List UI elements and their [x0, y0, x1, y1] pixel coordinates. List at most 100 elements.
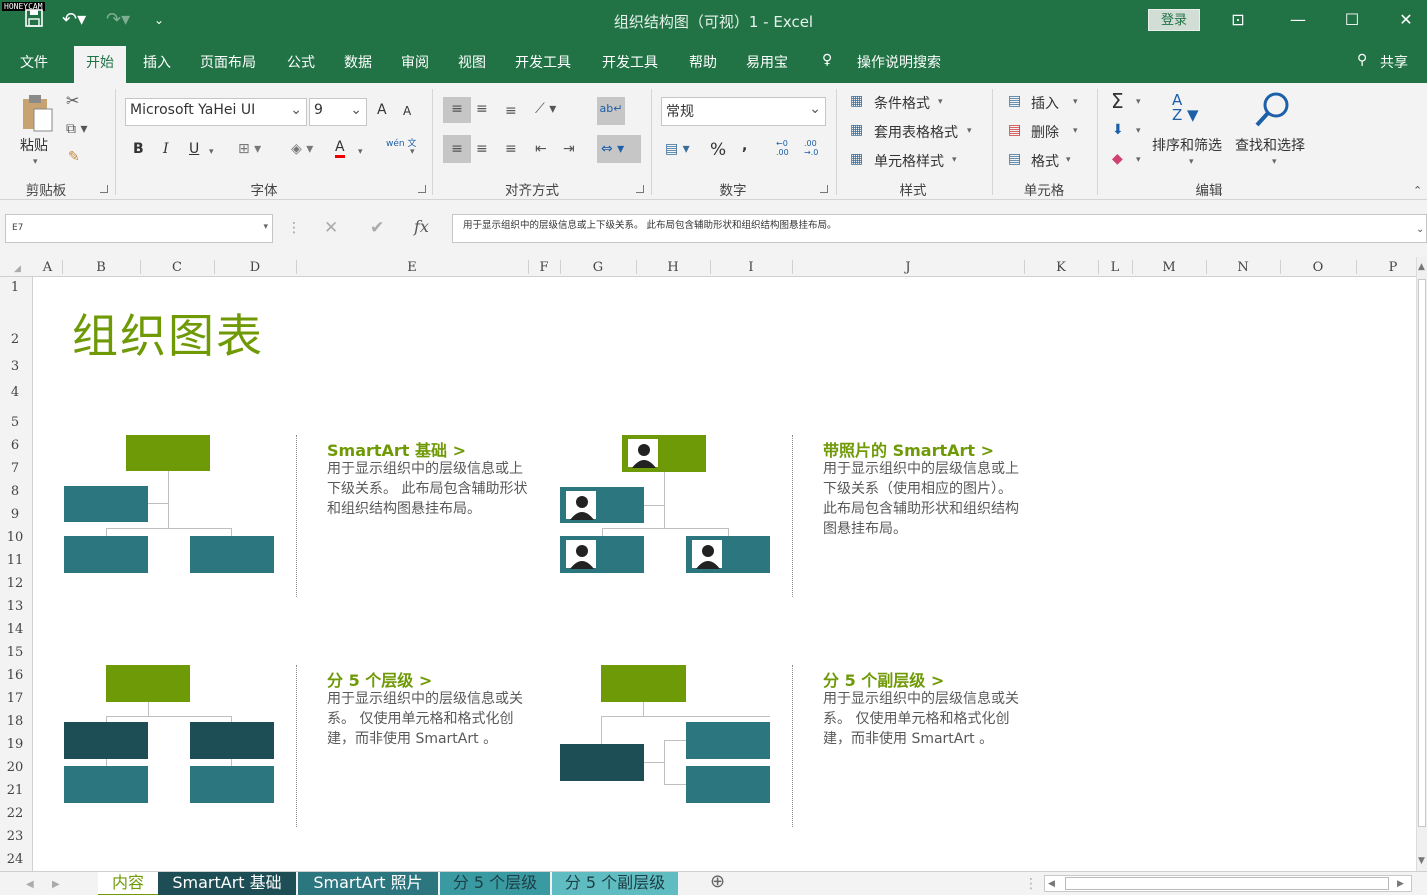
fill-color-icon[interactable]: ◈ ▾ — [291, 141, 313, 157]
percent-button[interactable]: % — [710, 140, 726, 160]
insert-cells-icon[interactable]: ▤ — [1008, 93, 1021, 109]
col-b[interactable]: B — [62, 260, 140, 275]
row-header[interactable]: 19 — [0, 737, 30, 752]
chevron-down-icon[interactable]: ▾ — [967, 126, 972, 136]
row-header[interactable]: 6 — [0, 438, 30, 453]
conditional-format-button[interactable]: 条件格式 — [874, 93, 930, 113]
phonetic-icon[interactable]: wén 文 — [386, 140, 416, 149]
tab-review[interactable]: 审阅 — [401, 52, 429, 72]
orientation-icon[interactable]: ⟋ ▾ — [535, 101, 556, 117]
tab-data[interactable]: 数据 — [344, 52, 372, 72]
insert-cells-button[interactable]: 插入 — [1031, 93, 1059, 113]
col-d[interactable]: D — [214, 260, 296, 275]
shrink-font-icon[interactable]: A — [403, 104, 411, 118]
decrease-decimal-icon[interactable]: .00 →.0 — [804, 139, 818, 157]
row-header[interactable]: 13 — [0, 599, 30, 614]
cell-styles-button[interactable]: 单元格样式 — [874, 151, 944, 171]
bold-button[interactable]: B — [133, 141, 144, 157]
font-color-icon[interactable]: A — [335, 139, 345, 158]
format-as-table-button[interactable]: 套用表格格式 — [874, 122, 958, 142]
chevron-down-icon[interactable]: ▾ — [1136, 126, 1141, 136]
row-header[interactable]: 24 — [0, 852, 30, 867]
scroll-down-icon[interactable]: ▼ — [1418, 853, 1425, 869]
col-l[interactable]: L — [1098, 260, 1132, 275]
tab-help[interactable]: 帮助 — [689, 52, 717, 72]
maximize-icon[interactable]: ☐ — [1332, 8, 1372, 32]
increase-indent-icon[interactable]: ⇥ — [563, 141, 575, 157]
align-top-icon[interactable]: ≡ — [443, 97, 471, 123]
chevron-down-icon[interactable]: ▾ — [938, 97, 943, 107]
tab-home[interactable]: 开始 — [74, 46, 126, 83]
login-button[interactable]: 登录 — [1148, 9, 1200, 31]
tab-yiyongbao[interactable]: 易用宝 — [746, 52, 788, 72]
scroll-left-icon[interactable]: ◀ — [1048, 876, 1055, 892]
currency-icon[interactable]: ▤ ▾ — [665, 141, 690, 157]
autosum-icon[interactable]: Σ — [1111, 89, 1124, 113]
row-header[interactable]: 1 — [0, 280, 30, 295]
row-header[interactable]: 7 — [0, 461, 30, 476]
sheet-tab-smartart-basic[interactable]: SmartArt 基础 — [158, 872, 296, 895]
scroll-right-icon[interactable]: ▶ — [1397, 876, 1404, 892]
sort-filter-button[interactable]: 排序和筛选 — [1152, 135, 1222, 155]
insert-function-icon[interactable]: fx — [414, 219, 429, 235]
col-e[interactable]: E — [296, 260, 528, 275]
chevron-down-icon[interactable]: ▾ — [1073, 97, 1078, 107]
align-left-icon[interactable]: ≡ — [443, 135, 471, 163]
merge-center-icon[interactable]: ⇔ ▾ — [597, 135, 641, 163]
paste-icon[interactable] — [20, 93, 54, 137]
chevron-down-icon[interactable]: ▾ — [1066, 155, 1071, 165]
scroll-thumb[interactable] — [1065, 877, 1389, 890]
scroll-up-icon[interactable]: ▲ — [1418, 259, 1425, 275]
decrease-indent-icon[interactable]: ⇤ — [535, 141, 547, 157]
card-heading-smartart-basic[interactable]: SmartArt 基础 > — [327, 437, 466, 461]
phonetic-dropdown-icon[interactable]: ▾ — [410, 147, 415, 157]
share-button[interactable]: 共享 — [1380, 52, 1408, 72]
card-heading-five-sublevels[interactable]: 分 5 个副层级 > — [823, 667, 944, 691]
row-header[interactable]: 23 — [0, 829, 30, 844]
col-n[interactable]: N — [1206, 260, 1280, 275]
font-color-dropdown-icon[interactable]: ▾ — [358, 147, 363, 157]
row-header[interactable]: 4 — [0, 385, 30, 400]
enter-icon[interactable]: ✔ — [370, 220, 384, 237]
expand-formula-icon[interactable]: ⌄ — [1416, 222, 1424, 238]
paste-label[interactable]: 粘贴 — [20, 135, 48, 155]
close-icon[interactable]: ✕ — [1386, 8, 1426, 32]
grow-font-icon[interactable]: A — [377, 102, 387, 118]
sheet-tab-contents[interactable]: 内容 — [98, 872, 158, 895]
conditional-format-icon[interactable]: ▦ — [850, 93, 863, 109]
lightbulb-icon[interactable]: ♀ — [822, 52, 832, 68]
align-center-icon[interactable]: ≡ — [476, 141, 488, 157]
underline-dropdown-icon[interactable]: ▾ — [209, 147, 214, 157]
chevron-down-icon[interactable]: ▾ — [1073, 126, 1078, 136]
align-right-icon[interactable]: ≡ — [505, 141, 517, 157]
delete-cells-button[interactable]: 删除 — [1031, 122, 1059, 142]
wrap-text-icon[interactable]: ab↵ — [597, 97, 625, 125]
col-o[interactable]: O — [1280, 260, 1356, 275]
sort-filter-icon[interactable]: AZ ▼ — [1172, 93, 1199, 123]
paste-dropdown-icon[interactable]: ▾ — [33, 157, 38, 167]
card-heading-five-levels[interactable]: 分 5 个层级 > — [327, 667, 432, 691]
sheet-tab-five-sublevels[interactable]: 分 5 个副层级 — [552, 872, 678, 895]
chevron-down-icon[interactable]: ▾ — [1189, 157, 1194, 167]
format-cells-button[interactable]: 格式 — [1031, 151, 1059, 171]
col-g[interactable]: G — [560, 260, 636, 275]
font-launcher-icon[interactable] — [418, 185, 426, 193]
tab-view[interactable]: 视图 — [458, 52, 486, 72]
row-header[interactable]: 17 — [0, 691, 30, 706]
sheet-tab-five-levels[interactable]: 分 5 个层级 — [440, 872, 550, 895]
tab-developer-2[interactable]: 开发工具 — [602, 52, 658, 72]
vertical-scrollbar[interactable]: ▲ ▼ — [1416, 257, 1427, 871]
col-f[interactable]: F — [528, 260, 560, 275]
col-a[interactable]: A — [33, 260, 62, 275]
col-i[interactable]: I — [710, 260, 792, 275]
minimize-icon[interactable]: — — [1278, 8, 1318, 32]
tab-developer[interactable]: 开发工具 — [515, 52, 571, 72]
row-header[interactable]: 10 — [0, 530, 30, 545]
row-header[interactable]: 2 — [0, 332, 30, 347]
chevron-down-icon[interactable]: ▾ — [1136, 155, 1141, 165]
select-all-icon[interactable]: ◢ — [14, 261, 21, 277]
cell-styles-icon[interactable]: ▦ — [850, 151, 863, 167]
name-box[interactable]: E7 ▾ — [5, 214, 273, 243]
col-j[interactable]: J — [792, 260, 1024, 275]
sheet-tab-smartart-photo[interactable]: SmartArt 照片 — [298, 872, 438, 895]
